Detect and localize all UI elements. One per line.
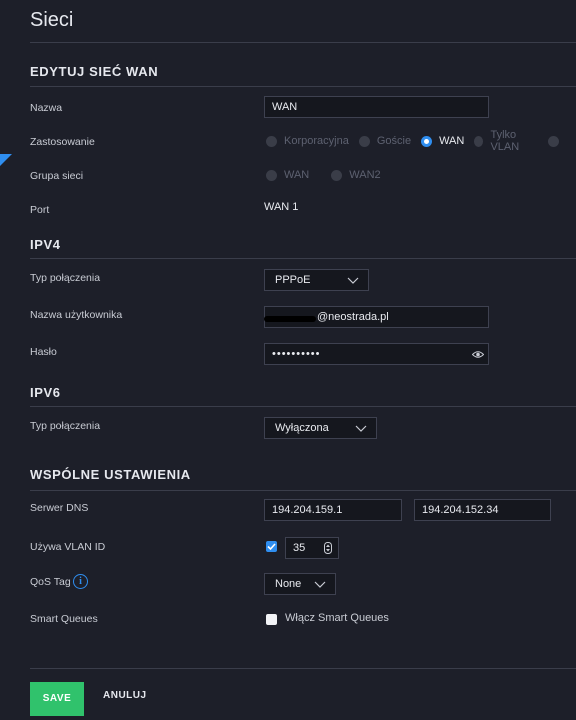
divider xyxy=(30,86,576,87)
chevron-down-icon xyxy=(347,277,359,284)
ipv6-conn-type-select[interactable]: Wyłączona xyxy=(264,417,377,439)
section-title-ipv6: IPV6 xyxy=(30,385,61,400)
smart-queues-checkbox[interactable] xyxy=(266,614,277,625)
chevron-down-icon xyxy=(314,581,326,588)
divider xyxy=(30,42,576,43)
section-title-ipv4: IPV4 xyxy=(30,237,61,252)
page-title: Sieci xyxy=(30,9,74,31)
usage-label: Zastosowanie xyxy=(30,136,95,148)
name-label: Nazwa xyxy=(30,102,63,114)
password-input[interactable]: •••••••••• xyxy=(264,343,489,365)
divider xyxy=(30,258,576,259)
section-title-common: WSPÓLNE USTAWIENIA xyxy=(30,467,191,482)
port-label: Port xyxy=(30,204,50,216)
checkmark-icon xyxy=(267,543,276,551)
usage-radio-more[interactable] xyxy=(548,135,566,147)
username-label: Nazwa użytkownika xyxy=(30,309,123,321)
usage-radio-guests[interactable]: Goście xyxy=(358,135,411,147)
qos-select[interactable]: None xyxy=(264,573,336,595)
smart-queues-label: Smart Queues xyxy=(30,613,98,625)
divider xyxy=(30,490,576,491)
ipv4-conn-type-label: Typ połączenia xyxy=(30,272,101,284)
redaction-mark xyxy=(264,316,316,322)
vlan-checkbox[interactable] xyxy=(266,541,277,552)
ipv4-conn-type-select[interactable]: PPPoE xyxy=(264,269,369,291)
group-radio-group: WAN WAN2 xyxy=(266,167,391,183)
cancel-button[interactable]: ANULUJ xyxy=(103,690,147,701)
divider xyxy=(30,668,576,669)
divider xyxy=(30,406,576,407)
group-label: Grupa sieci xyxy=(30,170,84,182)
stepper-icon[interactable] xyxy=(324,542,332,554)
group-radio-wan[interactable]: WAN xyxy=(266,169,309,181)
save-button[interactable]: SAVE xyxy=(30,682,84,716)
vlan-label: Używa VLAN ID xyxy=(30,541,106,553)
qos-label: QoS Tag xyxy=(30,576,71,588)
section-title-wan: EDYTUJ SIEĆ WAN xyxy=(30,64,159,79)
port-value: WAN 1 xyxy=(264,201,299,213)
dns-label: Serwer DNS xyxy=(30,502,89,514)
side-marker xyxy=(0,154,12,166)
dns2-input[interactable] xyxy=(414,499,551,521)
name-input[interactable] xyxy=(264,96,489,118)
usage-radio-corporate[interactable]: Korporacyjna xyxy=(266,135,349,147)
dns1-input[interactable] xyxy=(264,499,402,521)
eye-icon[interactable] xyxy=(472,350,484,359)
usage-radio-wan[interactable]: WAN xyxy=(421,135,464,147)
chevron-down-icon xyxy=(355,425,367,432)
smart-queues-checkbox-label[interactable]: Włącz Smart Queues xyxy=(285,612,389,624)
info-icon[interactable]: i xyxy=(73,574,88,589)
password-label: Hasło xyxy=(30,346,57,358)
group-radio-wan2[interactable]: WAN2 xyxy=(331,169,381,181)
ipv6-conn-type-label: Typ połączenia xyxy=(30,420,101,432)
usage-radio-vlan-only[interactable]: Tylko VLAN xyxy=(474,129,538,153)
usage-radio-group: Korporacyjna Goście WAN Tylko VLAN xyxy=(266,129,576,153)
